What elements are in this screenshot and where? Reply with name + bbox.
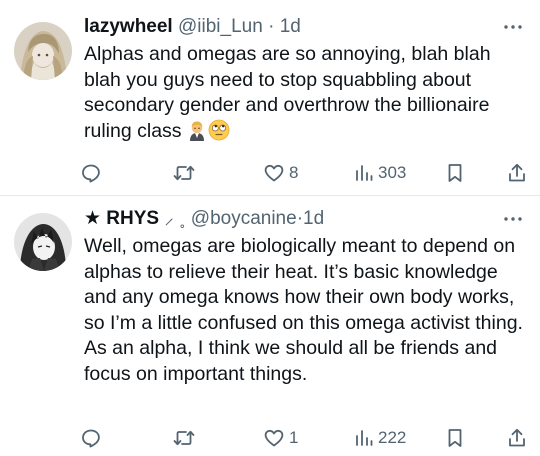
like-count: 1 xyxy=(289,428,299,447)
reply-bubble-icon xyxy=(82,164,100,183)
tweet-text: Alphas and omegas are so annoying, blah … xyxy=(84,42,528,148)
views-bar-icon xyxy=(356,430,373,446)
man-judge-emoji xyxy=(189,121,204,141)
views-bar-icon xyxy=(356,165,373,181)
user-handle[interactable]: @boycanine xyxy=(191,208,297,229)
separator-dot: · xyxy=(268,16,275,37)
like-button[interactable]: 1 xyxy=(263,424,298,452)
views-count: 303 xyxy=(378,163,407,182)
emoji-group xyxy=(186,119,230,149)
more-dots-icon[interactable] xyxy=(502,206,524,232)
share-icon xyxy=(509,428,525,447)
views-button[interactable]: 303 xyxy=(354,159,406,187)
share-button[interactable] xyxy=(507,424,527,452)
reply-button[interactable] xyxy=(80,424,102,452)
tweet-header: lazywheel @iibi_Lun · 1d xyxy=(84,14,540,40)
retweet-icon xyxy=(173,430,195,446)
like-count: 8 xyxy=(289,163,299,182)
reply-bubble-icon xyxy=(82,429,100,448)
heart-icon xyxy=(264,429,284,447)
reply-button[interactable] xyxy=(80,159,102,187)
retweet-button[interactable] xyxy=(172,424,196,452)
user-handle[interactable]: @iibi_Lun xyxy=(178,16,263,37)
share-button[interactable] xyxy=(507,159,527,187)
like-button[interactable]: 8 xyxy=(263,159,298,187)
bookmark-icon xyxy=(448,164,462,182)
views-button[interactable]: 222 xyxy=(354,424,406,452)
name-decoration: ⸝ ˳ xyxy=(164,208,186,229)
timestamp[interactable]: 1d xyxy=(280,16,301,37)
views-count: 222 xyxy=(378,428,407,447)
bookmark-icon xyxy=(448,429,462,447)
heart-icon xyxy=(264,164,284,182)
timestamp[interactable]: 1d xyxy=(303,208,324,229)
action-bar: 8 303 xyxy=(80,159,530,187)
bookmark-button[interactable] xyxy=(445,159,465,187)
action-bar: 1 222 xyxy=(80,424,530,452)
retweet-icon xyxy=(173,165,195,181)
retweet-button[interactable] xyxy=(172,159,196,187)
tweet-text: Well, omegas are biologically meant to d… xyxy=(84,235,523,385)
avatar[interactable] xyxy=(14,22,72,80)
share-icon xyxy=(509,163,525,182)
bookmark-button[interactable] xyxy=(445,424,465,452)
display-name[interactable]: ★ RHYS xyxy=(84,208,159,229)
more-dots-icon[interactable] xyxy=(502,14,524,40)
tweet-rhys[interactable]: ★ RHYS ⸝ ˳ @boycanine·1d Well, omegas ar… xyxy=(0,196,540,456)
tweet-header: ★ RHYS ⸝ ˳ @boycanine·1d xyxy=(84,206,540,232)
avatar[interactable] xyxy=(14,213,72,271)
eye-roll-emoji xyxy=(208,119,229,140)
display-name[interactable]: lazywheel xyxy=(84,16,173,37)
tweet-text-content: Alphas and omegas are so annoying, blah … xyxy=(84,43,491,142)
tweet-lazywheel[interactable]: lazywheel @iibi_Lun · 1d Alphas and omeg… xyxy=(0,0,540,195)
